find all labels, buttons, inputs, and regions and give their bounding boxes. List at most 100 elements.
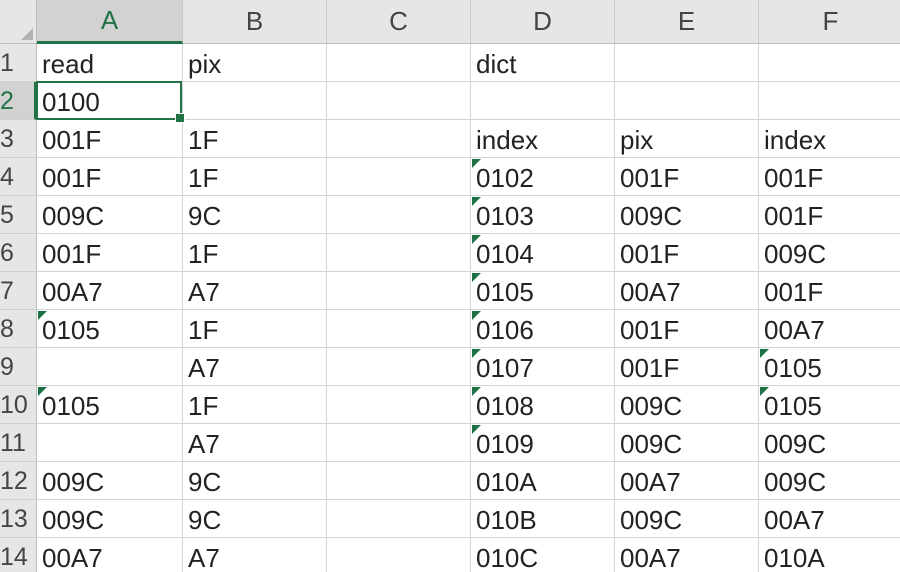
cell-b13[interactable]: 9C: [183, 500, 327, 538]
cell-e9[interactable]: 001F: [615, 348, 759, 386]
cell-f2[interactable]: [759, 82, 900, 120]
cell-a12[interactable]: 009C: [37, 462, 183, 500]
cell-a7[interactable]: 00A7: [37, 272, 183, 310]
cell-c1[interactable]: [327, 44, 471, 82]
cell-c12[interactable]: [327, 462, 471, 500]
cell-e14[interactable]: 00A7: [615, 538, 759, 572]
row-header-1[interactable]: 1: [0, 44, 37, 82]
cell-d1[interactable]: dict: [471, 44, 615, 82]
cell-d8[interactable]: 0106: [471, 310, 615, 348]
cell-b11[interactable]: A7: [183, 424, 327, 462]
cell-f7[interactable]: 001F: [759, 272, 900, 310]
cell-b4[interactable]: 1F: [183, 158, 327, 196]
cell-d12[interactable]: 010A: [471, 462, 615, 500]
cell-e12[interactable]: 00A7: [615, 462, 759, 500]
row-header-6[interactable]: 6: [0, 234, 37, 272]
cell-f8[interactable]: 00A7: [759, 310, 900, 348]
cell-d3[interactable]: index: [471, 120, 615, 158]
row-header-13[interactable]: 13: [0, 500, 37, 538]
row-header-7[interactable]: 7: [0, 272, 37, 310]
cell-b9[interactable]: A7: [183, 348, 327, 386]
cell-e8[interactable]: 001F: [615, 310, 759, 348]
cell-d2[interactable]: [471, 82, 615, 120]
cell-b2[interactable]: [183, 82, 327, 120]
cell-d11[interactable]: 0109: [471, 424, 615, 462]
cell-e5[interactable]: 009C: [615, 196, 759, 234]
cell-f10[interactable]: 0105: [759, 386, 900, 424]
column-header-a[interactable]: A: [37, 0, 183, 44]
cell-b1[interactable]: pix: [183, 44, 327, 82]
cell-b10[interactable]: 1F: [183, 386, 327, 424]
cell-b7[interactable]: A7: [183, 272, 327, 310]
cell-d7[interactable]: 0105: [471, 272, 615, 310]
cell-c11[interactable]: [327, 424, 471, 462]
cell-a6[interactable]: 001F: [37, 234, 183, 272]
cell-c10[interactable]: [327, 386, 471, 424]
cell-d13[interactable]: 010B: [471, 500, 615, 538]
cell-e2[interactable]: [615, 82, 759, 120]
cell-f11[interactable]: 009C: [759, 424, 900, 462]
column-header-c[interactable]: C: [327, 0, 471, 44]
cell-f12[interactable]: 009C: [759, 462, 900, 500]
cell-f3[interactable]: index: [759, 120, 900, 158]
column-header-d[interactable]: D: [471, 0, 615, 44]
row-header-4[interactable]: 4: [0, 158, 37, 196]
cell-f5[interactable]: 001F: [759, 196, 900, 234]
cell-a14[interactable]: 00A7: [37, 538, 183, 572]
row-header-3[interactable]: 3: [0, 120, 37, 158]
cell-e7[interactable]: 00A7: [615, 272, 759, 310]
cell-a4[interactable]: 001F: [37, 158, 183, 196]
cell-a9[interactable]: [37, 348, 183, 386]
cell-d9[interactable]: 0107: [471, 348, 615, 386]
cell-d10[interactable]: 0108: [471, 386, 615, 424]
cell-f14[interactable]: 010A: [759, 538, 900, 572]
cell-a5[interactable]: 009C: [37, 196, 183, 234]
cell-b14[interactable]: A7: [183, 538, 327, 572]
row-header-11[interactable]: 11: [0, 424, 37, 462]
cell-e4[interactable]: 001F: [615, 158, 759, 196]
cell-d14[interactable]: 010C: [471, 538, 615, 572]
cell-a8[interactable]: 0105: [37, 310, 183, 348]
cell-b8[interactable]: 1F: [183, 310, 327, 348]
row-header-9[interactable]: 9: [0, 348, 37, 386]
select-all-corner[interactable]: [0, 0, 37, 44]
cell-f4[interactable]: 001F: [759, 158, 900, 196]
row-header-5[interactable]: 5: [0, 196, 37, 234]
cell-c6[interactable]: [327, 234, 471, 272]
cell-d5[interactable]: 0103: [471, 196, 615, 234]
cell-c9[interactable]: [327, 348, 471, 386]
cell-f6[interactable]: 009C: [759, 234, 900, 272]
cell-e13[interactable]: 009C: [615, 500, 759, 538]
cell-c14[interactable]: [327, 538, 471, 572]
cell-d4[interactable]: 0102: [471, 158, 615, 196]
cell-e1[interactable]: [615, 44, 759, 82]
cell-c3[interactable]: [327, 120, 471, 158]
cell-c5[interactable]: [327, 196, 471, 234]
cell-b3[interactable]: 1F: [183, 120, 327, 158]
column-header-f[interactable]: F: [759, 0, 900, 44]
row-header-10[interactable]: 10: [0, 386, 37, 424]
cell-a2[interactable]: 0100: [37, 82, 183, 120]
cell-b5[interactable]: 9C: [183, 196, 327, 234]
row-header-8[interactable]: 8: [0, 310, 37, 348]
row-header-2[interactable]: 2: [0, 82, 37, 120]
cell-b6[interactable]: 1F: [183, 234, 327, 272]
cell-e11[interactable]: 009C: [615, 424, 759, 462]
cell-f9[interactable]: 0105: [759, 348, 900, 386]
row-header-12[interactable]: 12: [0, 462, 37, 500]
cell-e6[interactable]: 001F: [615, 234, 759, 272]
cell-c7[interactable]: [327, 272, 471, 310]
column-header-e[interactable]: E: [615, 0, 759, 44]
cell-a13[interactable]: 009C: [37, 500, 183, 538]
cell-c8[interactable]: [327, 310, 471, 348]
cell-f13[interactable]: 00A7: [759, 500, 900, 538]
cell-c2[interactable]: [327, 82, 471, 120]
cell-c13[interactable]: [327, 500, 471, 538]
cell-e3[interactable]: pix: [615, 120, 759, 158]
row-header-14[interactable]: 14: [0, 538, 37, 572]
cell-a3[interactable]: 001F: [37, 120, 183, 158]
cell-e10[interactable]: 009C: [615, 386, 759, 424]
column-header-b[interactable]: B: [183, 0, 327, 44]
cell-c4[interactable]: [327, 158, 471, 196]
cell-f1[interactable]: [759, 44, 900, 82]
